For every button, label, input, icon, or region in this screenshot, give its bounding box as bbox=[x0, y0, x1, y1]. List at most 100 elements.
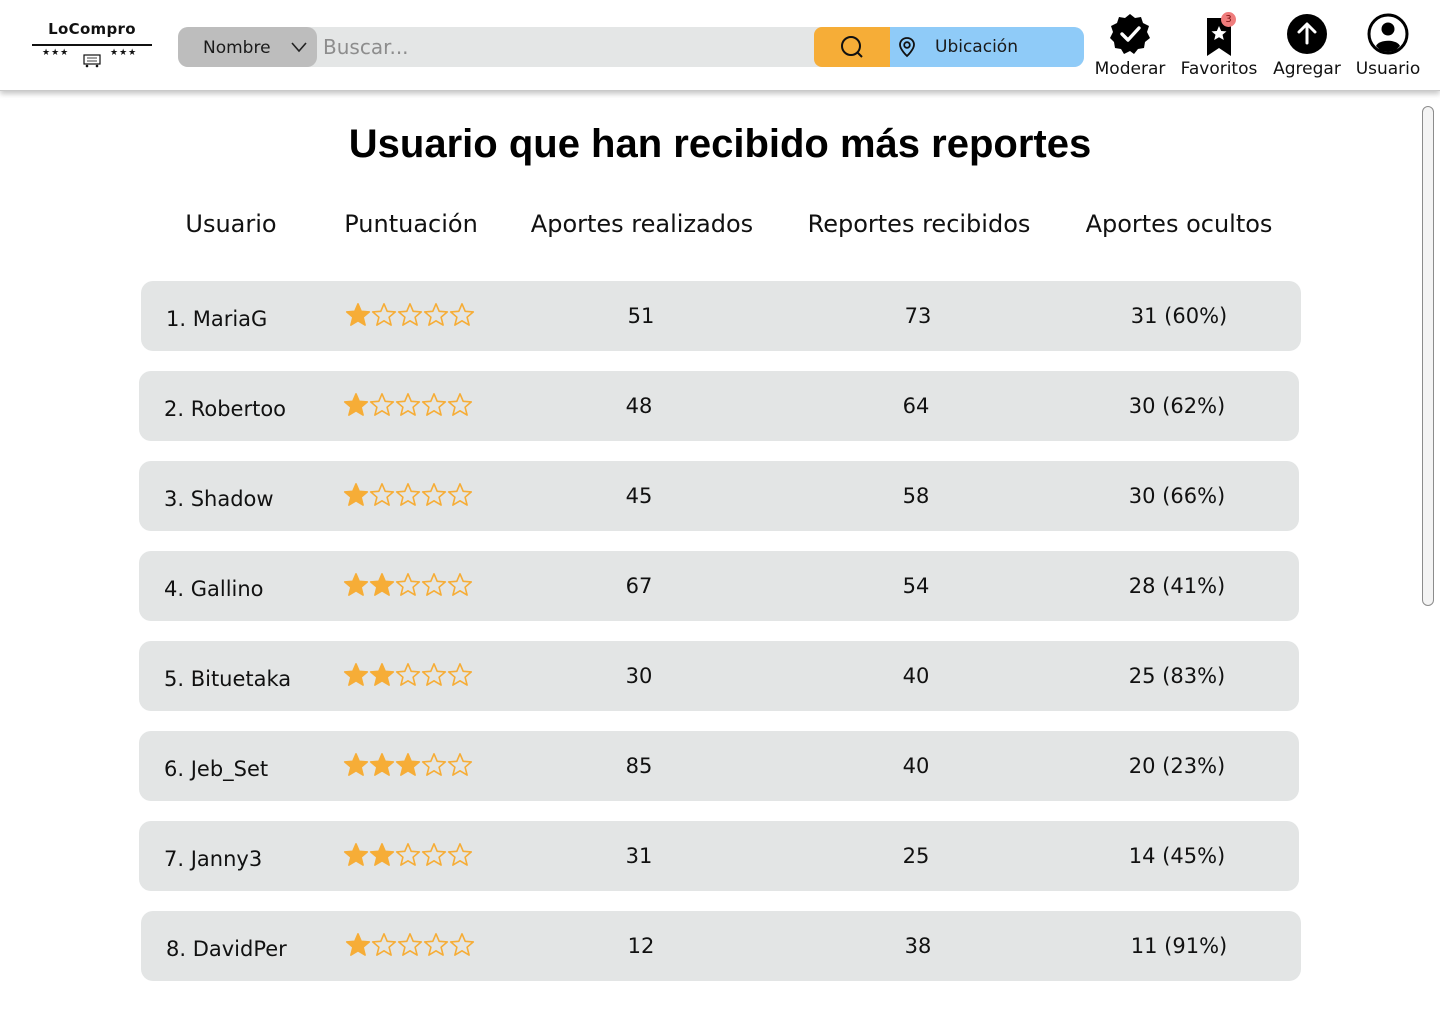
location-pin-icon bbox=[899, 37, 915, 58]
row-contributions: 51 bbox=[627, 304, 655, 328]
row-contributions: 31 bbox=[625, 844, 653, 868]
row-username[interactable]: 4. Gallino bbox=[164, 577, 264, 601]
star-rating bbox=[343, 753, 473, 776]
star-empty-icon bbox=[447, 393, 473, 416]
logo-stars-left: ★★★ bbox=[42, 48, 70, 58]
chevron-down-icon bbox=[291, 42, 307, 53]
row-hidden: 28 (41%) bbox=[1128, 574, 1226, 598]
nav-favorites-label: Favoritos bbox=[1180, 59, 1258, 79]
search-input[interactable] bbox=[323, 31, 803, 63]
row-reports: 58 bbox=[902, 484, 930, 508]
star-empty-icon bbox=[447, 483, 473, 506]
row-reports: 64 bbox=[902, 394, 930, 418]
search-button[interactable] bbox=[814, 27, 890, 67]
location-button[interactable]: Ubicación bbox=[890, 27, 1084, 67]
row-username[interactable]: 2. Robertoo bbox=[164, 397, 286, 421]
star-empty-icon bbox=[371, 933, 397, 956]
star-filled-icon bbox=[369, 843, 395, 866]
column-header-hidden: Aportes ocultos bbox=[1085, 210, 1273, 238]
search-icon bbox=[841, 36, 863, 58]
row-username[interactable]: 1. MariaG bbox=[166, 307, 267, 331]
search-bar: Nombre Ubicación bbox=[178, 27, 1084, 67]
user-circle-icon bbox=[1367, 13, 1409, 55]
nav-user-label: Usuario bbox=[1355, 59, 1421, 79]
location-label: Ubicación bbox=[935, 37, 1018, 57]
row-hidden: 30 (66%) bbox=[1128, 484, 1226, 508]
nav-add-label: Agregar bbox=[1273, 59, 1341, 79]
star-empty-icon bbox=[447, 843, 473, 866]
logo-underline bbox=[32, 44, 152, 46]
row-hidden: 14 (45%) bbox=[1128, 844, 1226, 868]
upload-arrow-icon bbox=[1287, 14, 1327, 54]
star-filled-icon bbox=[343, 663, 369, 686]
table-row[interactable]: 8. DavidPer 12 38 11 (91%) bbox=[141, 911, 1301, 981]
star-empty-icon bbox=[449, 303, 475, 326]
nav-add[interactable]: Agregar bbox=[1270, 12, 1344, 82]
row-contributions: 45 bbox=[625, 484, 653, 508]
row-hidden: 31 (60%) bbox=[1130, 304, 1228, 328]
logo-title: LoCompro bbox=[48, 20, 136, 38]
star-empty-icon bbox=[421, 483, 447, 506]
star-filled-icon bbox=[345, 303, 371, 326]
logo-stars-right: ★★★ bbox=[110, 48, 138, 58]
column-header-reports: Reportes recibidos bbox=[807, 210, 1031, 238]
star-empty-icon bbox=[395, 483, 421, 506]
star-empty-icon bbox=[447, 573, 473, 596]
row-contributions: 12 bbox=[627, 934, 655, 958]
star-empty-icon bbox=[421, 753, 447, 776]
row-reports: 25 bbox=[902, 844, 930, 868]
column-header-contributions: Aportes realizados bbox=[530, 210, 754, 238]
row-reports: 73 bbox=[904, 304, 932, 328]
favorites-icon-wrap: 3 bbox=[1197, 12, 1241, 56]
vertical-scrollbar[interactable] bbox=[1422, 106, 1434, 606]
star-empty-icon bbox=[421, 573, 447, 596]
table-row[interactable]: 2. Robertoo 48 64 30 (62%) bbox=[139, 371, 1299, 441]
star-filled-icon bbox=[395, 753, 421, 776]
star-empty-icon bbox=[423, 933, 449, 956]
star-empty-icon bbox=[447, 663, 473, 686]
nav-moderate-label: Moderar bbox=[1094, 59, 1166, 79]
star-filled-icon bbox=[343, 483, 369, 506]
star-empty-icon bbox=[395, 843, 421, 866]
star-filled-icon bbox=[369, 663, 395, 686]
logo[interactable]: LoCompro ★★★ ★★★ bbox=[30, 18, 154, 74]
table-row[interactable]: 5. Bituetaka 30 40 25 (83%) bbox=[139, 641, 1299, 711]
row-contributions: 67 bbox=[625, 574, 653, 598]
top-header: LoCompro ★★★ ★★★ Nombre Buscar... Ubicac… bbox=[0, 0, 1440, 91]
search-filter-dropdown[interactable]: Nombre bbox=[178, 27, 317, 67]
nav-moderate[interactable]: Moderar bbox=[1092, 12, 1168, 82]
star-filled-icon bbox=[345, 933, 371, 956]
star-empty-icon bbox=[369, 483, 395, 506]
star-empty-icon bbox=[421, 393, 447, 416]
row-username[interactable]: 5. Bituetaka bbox=[164, 667, 291, 691]
table-row[interactable]: 4. Gallino 67 54 28 (41%) bbox=[139, 551, 1299, 621]
star-rating bbox=[345, 933, 475, 956]
star-empty-icon bbox=[397, 933, 423, 956]
table-row[interactable]: 6. Jeb_Set 85 40 20 (23%) bbox=[139, 731, 1299, 801]
row-username[interactable]: 7. Janny3 bbox=[164, 847, 262, 871]
table-row[interactable]: 7. Janny3 31 25 14 (45%) bbox=[139, 821, 1299, 891]
row-username[interactable]: 6. Jeb_Set bbox=[164, 757, 268, 781]
star-empty-icon bbox=[421, 843, 447, 866]
nav-favorites[interactable]: 3 Favoritos bbox=[1178, 12, 1260, 82]
table-row[interactable]: 3. Shadow 45 58 30 (66%) bbox=[139, 461, 1299, 531]
favorites-badge: 3 bbox=[1221, 12, 1236, 27]
star-filled-icon bbox=[343, 843, 369, 866]
star-filled-icon bbox=[343, 573, 369, 596]
star-empty-icon bbox=[369, 393, 395, 416]
row-username[interactable]: 3. Shadow bbox=[164, 487, 274, 511]
row-username[interactable]: 8. DavidPer bbox=[166, 937, 287, 961]
star-empty-icon bbox=[371, 303, 397, 326]
star-rating bbox=[343, 483, 473, 506]
star-empty-icon bbox=[449, 933, 475, 956]
star-empty-icon bbox=[421, 663, 447, 686]
star-empty-icon bbox=[397, 303, 423, 326]
row-reports: 40 bbox=[902, 754, 930, 778]
star-filled-icon bbox=[369, 753, 395, 776]
star-filled-icon bbox=[343, 753, 369, 776]
nav-user[interactable]: Usuario bbox=[1352, 12, 1424, 82]
star-empty-icon bbox=[395, 393, 421, 416]
search-filter-label: Nombre bbox=[203, 38, 271, 58]
table-row[interactable]: 1. MariaG 51 73 31 (60%) bbox=[141, 281, 1301, 351]
column-header-user: Usuario bbox=[185, 210, 277, 238]
